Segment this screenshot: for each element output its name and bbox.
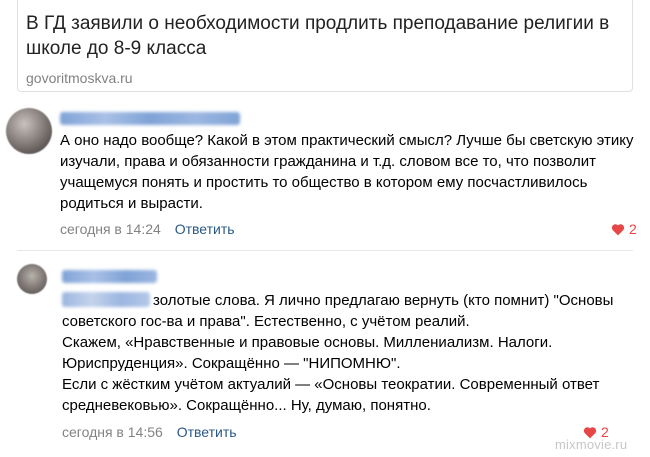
comment-time[interactable]: сегодня в 14:56 xyxy=(62,424,163,440)
avatar[interactable] xyxy=(17,264,47,294)
reply-button[interactable]: Ответить xyxy=(177,424,237,440)
author-name-blurred[interactable] xyxy=(62,270,157,283)
comment-meta: сегодня в 14:56 Ответить xyxy=(62,424,237,440)
reply-button[interactable]: Ответить xyxy=(175,221,235,237)
author-name-blurred[interactable] xyxy=(60,112,240,125)
watermark: mixmovie.ru xyxy=(555,437,628,452)
comment-text: золотые слова. Я лично предлагаю вернуть… xyxy=(62,292,614,414)
comment-text: А оно надо вообще? Какой в этом практиче… xyxy=(60,132,634,212)
comment-meta: сегодня в 14:24 Ответить xyxy=(60,221,235,237)
heart-icon xyxy=(611,223,625,235)
like-button[interactable]: 2 xyxy=(611,221,637,237)
comment-divider xyxy=(17,250,633,251)
link-preview-card[interactable]: В ГД заявили о необходимости продлить пр… xyxy=(17,0,633,92)
link-domain: govoritmoskva.ru xyxy=(26,70,133,86)
comment-time[interactable]: сегодня в 14:24 xyxy=(60,221,161,237)
like-count: 2 xyxy=(629,221,637,237)
avatar[interactable] xyxy=(6,108,52,154)
link-title[interactable]: В ГД заявили о необходимости продлить пр… xyxy=(26,11,616,61)
